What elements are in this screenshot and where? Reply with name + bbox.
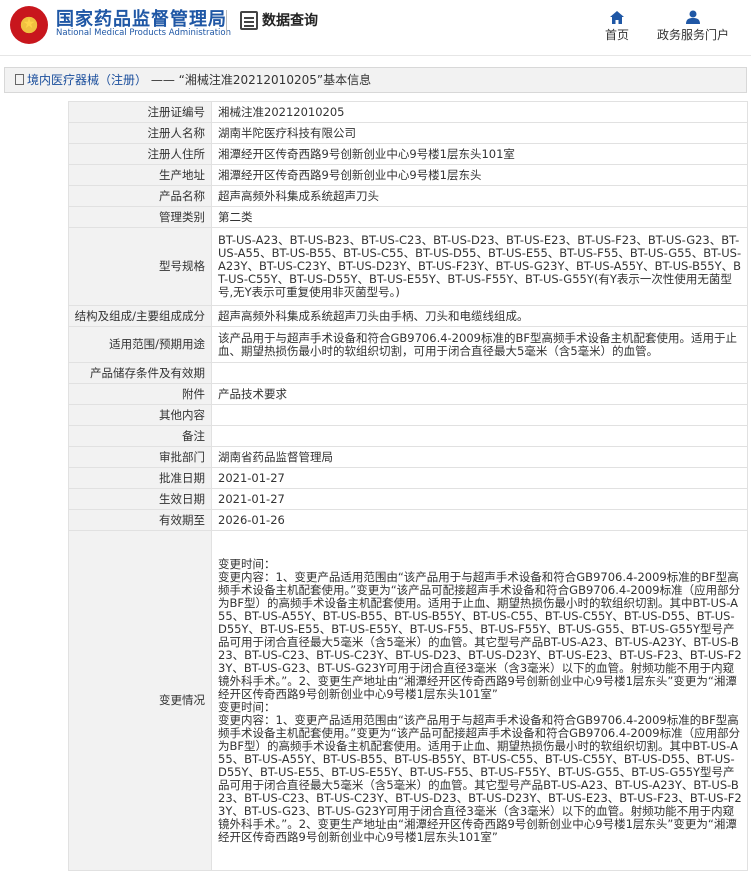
breadcrumb-current: “湘械注准20212010205”基本信息 (178, 73, 372, 87)
field-value: 第二类 (211, 206, 748, 228)
table-row: 适用范围/预期用途 该产品用于与超声手术设备和符合GB9706.4-2009标准的… (68, 326, 748, 363)
field-value: 产品技术要求 (211, 383, 748, 405)
field-label: 生产地址 (68, 164, 212, 186)
field-value (211, 362, 748, 384)
star-icon: ★ (22, 15, 36, 32)
registration-info-table: 注册证编号 湘械注准20212010205 注册人名称 湖南半陀医疗科技有限公司 注… (68, 101, 748, 871)
field-label: 有效期至 (68, 509, 212, 531)
nav-gov-portal[interactable]: 政务服务门户 (654, 6, 732, 43)
field-label: 产品储存条件及有效期 (68, 362, 212, 384)
table-row: 结构及组成/主要组成成分 超声高频外科集成系统超声刀头由手柄、刀头和电缆线组成。 (68, 305, 748, 327)
nav-home-label: 首页 (604, 28, 629, 42)
table-row: 管理类别 第二类 (68, 206, 748, 228)
section-title: 数据查询 (262, 13, 318, 29)
breadcrumb-category-link[interactable]: 境内医疗器械（注册） (27, 73, 147, 87)
field-label: 生效日期 (68, 488, 212, 510)
breadcrumb-separator: —— (147, 73, 179, 87)
nav-home[interactable]: 首页 (602, 6, 632, 43)
field-label: 变更情况 (68, 530, 212, 871)
field-label: 注册人名称 (68, 122, 212, 144)
field-label: 审批部门 (68, 446, 212, 468)
field-value: 2021-01-27 (211, 488, 748, 510)
field-value (211, 425, 748, 447)
field-value: BT-US-A23、BT-US-B23、BT-US-C23、BT-US-D23、… (211, 227, 748, 306)
field-value: 湖南半陀医疗科技有限公司 (211, 122, 748, 144)
table-row: 生效日期 2021-01-27 (68, 488, 748, 510)
field-label: 附件 (68, 383, 212, 405)
data-query-icon (240, 11, 258, 30)
field-value: 该产品用于与超声手术设备和符合GB9706.4-2009标准的BF型高频手术设备… (211, 326, 748, 363)
table-row: 附件 产品技术要求 (68, 383, 748, 405)
change-history-text: 变更时间： 变更内容：1、变更产品适用范围由“该产品用于与超声手术设备和符合GB… (211, 530, 748, 871)
field-label: 适用范围/预期用途 (68, 326, 212, 363)
table-row: 产品储存条件及有效期 (68, 362, 748, 384)
table-row: 批准日期 2021-01-27 (68, 467, 748, 489)
field-value: 2026-01-26 (211, 509, 748, 531)
field-label: 注册证编号 (68, 101, 212, 123)
home-icon (602, 6, 632, 24)
field-label: 产品名称 (68, 185, 212, 207)
field-label: 注册人住所 (68, 143, 212, 165)
breadcrumb: 境内医疗器械（注册） —— “湘械注准20212010205”基本信息 (4, 67, 747, 93)
table-row: 审批部门 湖南省药品监督管理局 (68, 446, 748, 468)
table-row: 注册人名称 湖南半陀医疗科技有限公司 (68, 122, 748, 144)
emblem-logo-icon[interactable]: ★ (10, 6, 48, 44)
site-subtitle: National Medical Products Administration (56, 28, 231, 38)
field-label: 型号规格 (68, 227, 212, 306)
user-icon (654, 6, 732, 24)
field-label: 其他内容 (68, 404, 212, 426)
field-value (211, 404, 748, 426)
field-label: 批准日期 (68, 467, 212, 489)
field-label: 结构及组成/主要组成成分 (68, 305, 212, 327)
field-value: 湖南省药品监督管理局 (211, 446, 748, 468)
table-row: 备注 (68, 425, 748, 447)
field-value: 湘潭经开区传奇西路9号创新创业中心9号楼1层东头 (211, 164, 748, 186)
table-row: 注册人住所 湘潭经开区传奇西路9号创新创业中心9号楼1层东头101室 (68, 143, 748, 165)
table-row: 生产地址 湘潭经开区传奇西路9号创新创业中心9号楼1层东头 (68, 164, 748, 186)
table-row: 注册证编号 湘械注准20212010205 (68, 101, 748, 123)
site-header: ★ 国家药品监督管理局 National Medical Products Ad… (0, 0, 751, 56)
table-row: 有效期至 2026-01-26 (68, 509, 748, 531)
field-value: 2021-01-27 (211, 467, 748, 489)
field-label: 备注 (68, 425, 212, 447)
table-row: 产品名称 超声高频外科集成系统超声刀头 (68, 185, 748, 207)
table-row: 型号规格 BT-US-A23、BT-US-B23、BT-US-C23、BT-US-… (68, 227, 748, 306)
field-value: 超声高频外科集成系统超声刀头由手柄、刀头和电缆线组成。 (211, 305, 748, 327)
header-divider (226, 10, 227, 34)
field-value: 湘械注准20212010205 (211, 101, 748, 123)
field-value: 湘潭经开区传奇西路9号创新创业中心9号楼1层东头101室 (211, 143, 748, 165)
document-icon (15, 74, 24, 85)
field-value: 超声高频外科集成系统超声刀头 (211, 185, 748, 207)
nav-gov-label: 政务服务门户 (656, 28, 729, 42)
table-row: 变更情况 变更时间： 变更内容：1、变更产品适用范围由“该产品用于与超声手术设备和… (68, 530, 748, 871)
table-row: 其他内容 (68, 404, 748, 426)
field-label: 管理类别 (68, 206, 212, 228)
